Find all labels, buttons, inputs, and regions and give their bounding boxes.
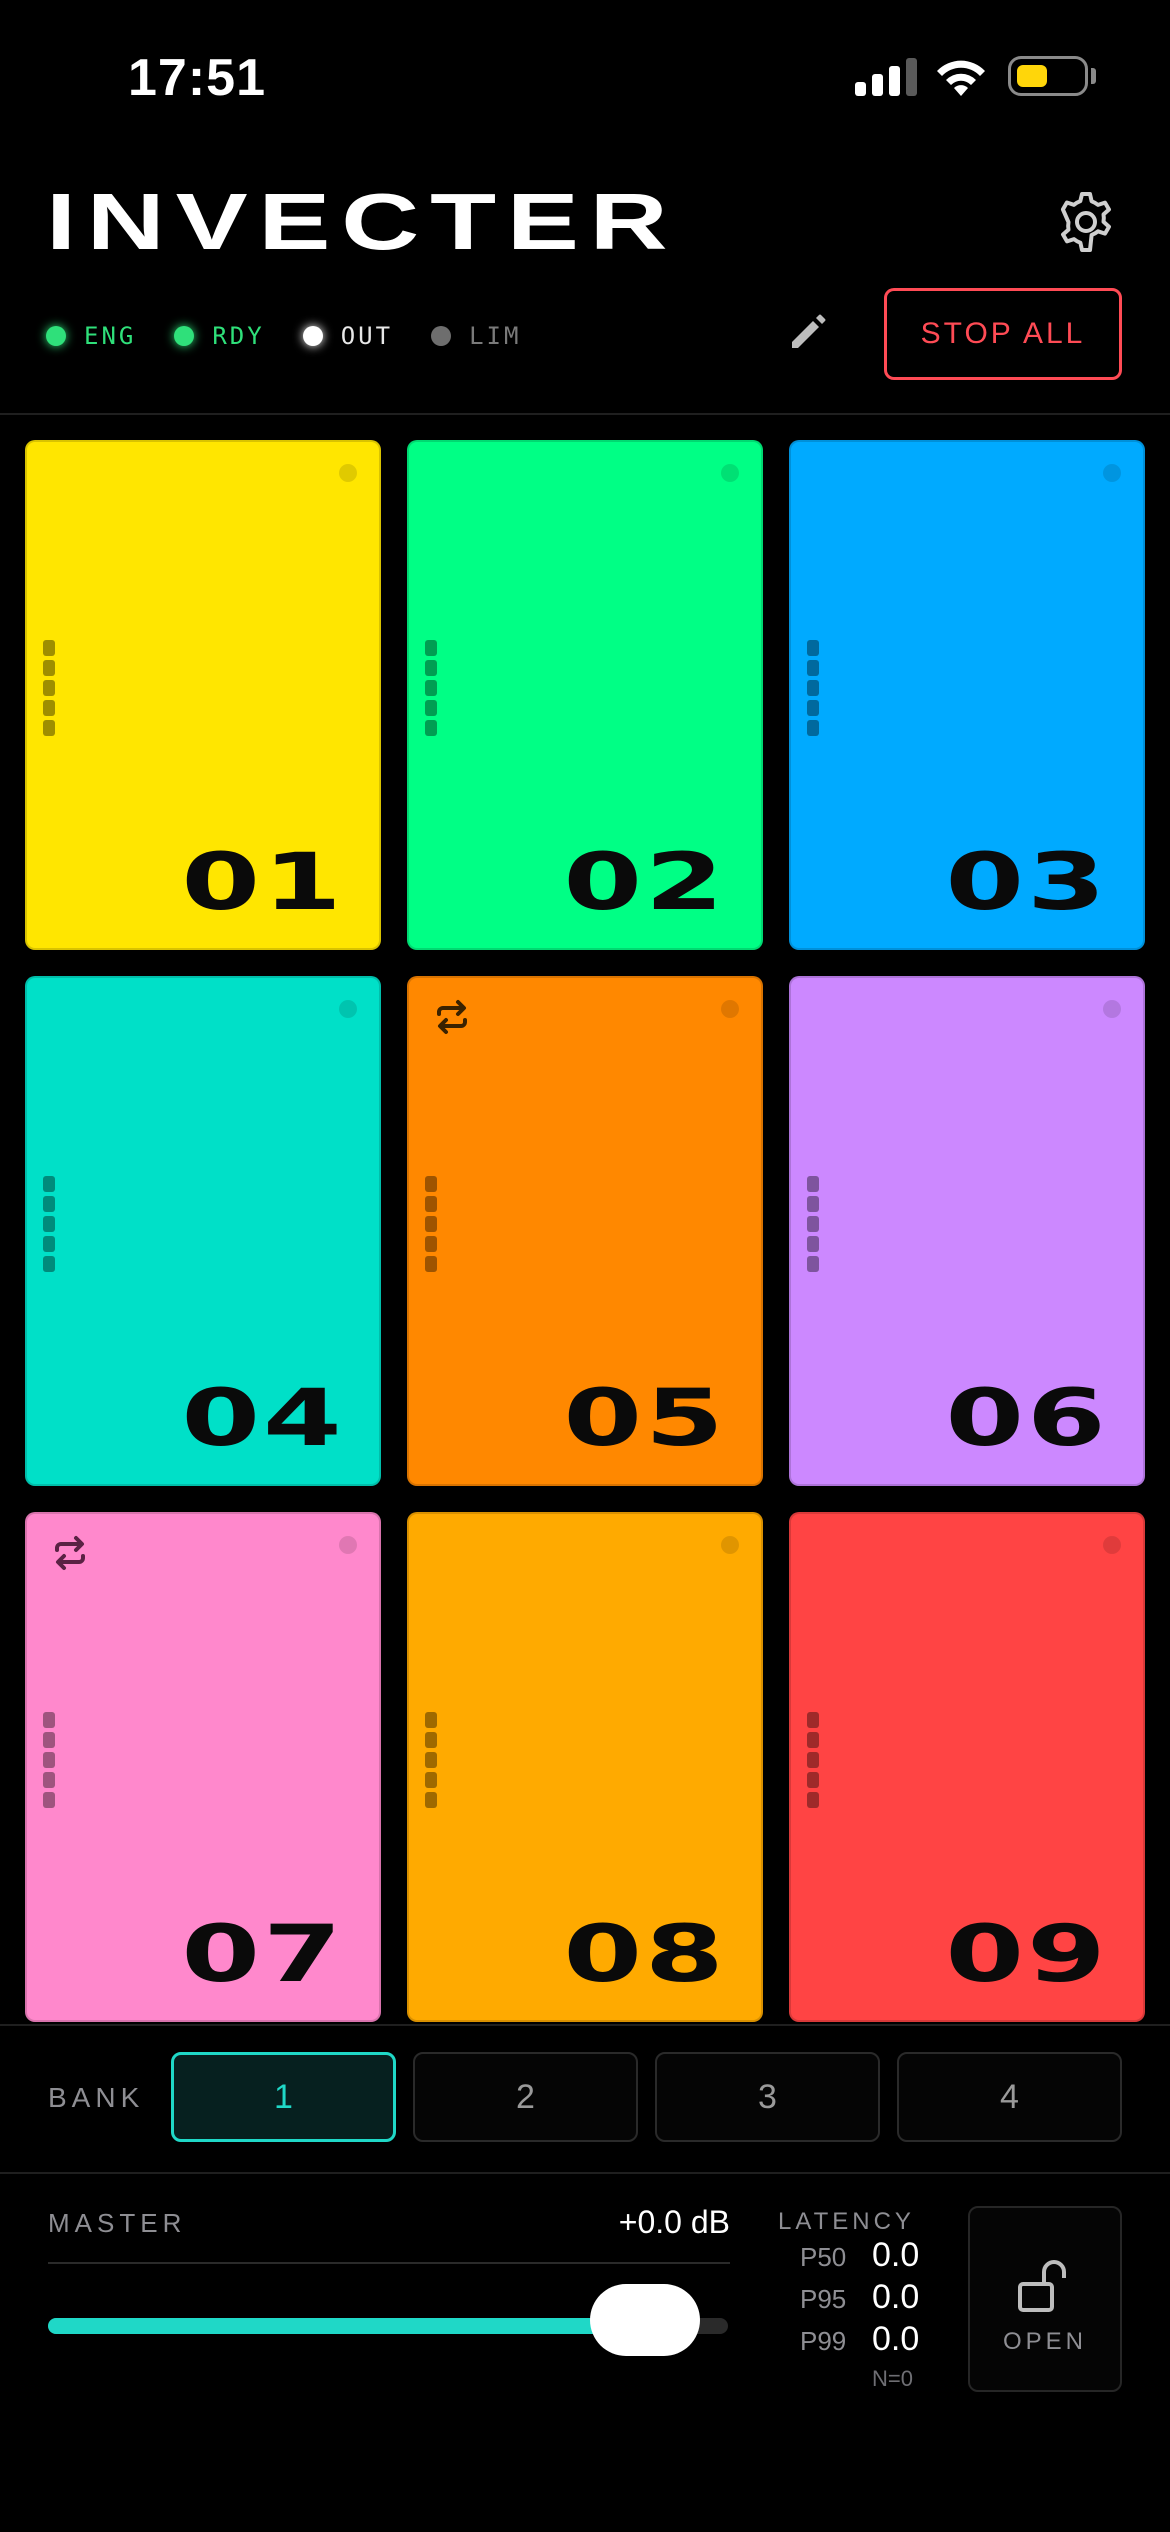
- indicator-eng-dot: [46, 326, 66, 346]
- pad-level-meter: [43, 1176, 55, 1276]
- pad-number: 03: [945, 838, 1109, 928]
- indicator-eng: ENG: [46, 322, 136, 350]
- pad-level-meter: [807, 1712, 819, 1812]
- pad-level-meter: [43, 640, 55, 740]
- battery-nub: [1091, 68, 1096, 84]
- slider-fill: [48, 2318, 645, 2334]
- pad-status-dot: [339, 1536, 357, 1554]
- latency-key: P50: [800, 2242, 847, 2272]
- latency-value: 0.0: [872, 2320, 920, 2358]
- pad-level-meter: [807, 640, 819, 740]
- pad-08[interactable]: 08: [407, 1512, 763, 2022]
- pad-number: 06: [945, 1374, 1109, 1464]
- master-underline: [48, 2262, 730, 2264]
- bank-divider: [0, 2172, 1170, 2174]
- pad-number: 08: [563, 1910, 727, 2000]
- pad-01[interactable]: 01: [25, 440, 381, 950]
- latency-row-p50: P50 0.0: [800, 2236, 919, 2276]
- indicator-lim-dot: [431, 326, 452, 346]
- open-lock-button[interactable]: OPEN: [968, 2206, 1122, 2392]
- settings-gear-icon[interactable]: [1054, 190, 1118, 254]
- pad-number: 05: [563, 1374, 727, 1464]
- indicator-out: OUT: [302, 322, 394, 350]
- open-label: OPEN: [1002, 2328, 1087, 2355]
- slider-thumb[interactable]: [589, 2284, 700, 2356]
- pad-07[interactable]: 07: [25, 1512, 381, 2022]
- latency-value: 0.0: [872, 2278, 920, 2316]
- indicator-rdy-label: RDY: [212, 322, 265, 350]
- indicator-rdy: RDY: [174, 322, 264, 350]
- pad-02[interactable]: 02: [407, 440, 763, 950]
- loop-icon: [55, 1536, 85, 1570]
- master-value: +0.0 dB: [618, 2204, 730, 2240]
- indicator-eng-label: ENG: [84, 322, 137, 350]
- pad-level-meter: [425, 1712, 437, 1812]
- header-divider: [0, 413, 1170, 415]
- pad-status-dot: [721, 464, 739, 482]
- pad-status-dot: [1103, 1536, 1121, 1554]
- latency-sample-count: N=0: [872, 2366, 913, 2391]
- pad-status-dot: [339, 464, 357, 482]
- pad-09[interactable]: 09: [789, 1512, 1145, 2022]
- indicator-lim-label: LIM: [469, 322, 522, 350]
- pad-level-meter: [43, 1712, 55, 1812]
- pad-level-meter: [425, 1176, 437, 1276]
- stop-all-button[interactable]: STOP ALL: [884, 288, 1122, 380]
- pad-03[interactable]: 03: [789, 440, 1145, 950]
- indicator-lim: LIM: [431, 322, 521, 350]
- pad-number: 07: [181, 1910, 345, 2000]
- latency-title: LATENCY: [778, 2208, 915, 2235]
- indicator-out-label: OUT: [340, 322, 394, 350]
- pad-status-dot: [1103, 464, 1121, 482]
- latency-key: P95: [800, 2284, 847, 2314]
- pad-04[interactable]: 04: [25, 976, 381, 1486]
- bank-label: BANK: [48, 2082, 145, 2113]
- battery-icon: [1008, 56, 1088, 96]
- bank-button-4[interactable]: 4: [897, 2052, 1122, 2142]
- unlocked-padlock-icon: [1018, 2260, 1066, 2312]
- status-indicators: ENG RDY OUT LIM: [46, 318, 559, 354]
- pad-number: 09: [945, 1910, 1109, 2000]
- latency-row-p95: P95 0.0: [800, 2278, 919, 2318]
- pad-level-meter: [425, 640, 437, 740]
- wifi-icon: [937, 60, 985, 96]
- bank-button-2[interactable]: 2: [413, 2052, 638, 2142]
- latency-row-p99: P99 0.0: [800, 2320, 919, 2360]
- master-volume-slider[interactable]: [48, 2284, 728, 2356]
- indicator-rdy-dot: [174, 326, 195, 346]
- pad-05[interactable]: 05: [407, 976, 763, 1486]
- pads-divider: [0, 2024, 1170, 2026]
- pad-number: 01: [181, 838, 345, 928]
- pad-06[interactable]: 06: [789, 976, 1145, 1486]
- loop-icon: [437, 1000, 467, 1034]
- app-title: INVECTER: [46, 177, 679, 266]
- indicator-out-dot: [302, 326, 323, 346]
- latency-key: P99: [800, 2326, 847, 2356]
- pad-status-dot: [1103, 1000, 1121, 1018]
- edit-pencil-icon[interactable]: [786, 310, 830, 354]
- pad-status-dot: [339, 1000, 357, 1018]
- pad-status-dot: [721, 1000, 739, 1018]
- bank-button-1[interactable]: 1: [171, 2052, 396, 2142]
- master-label: MASTER: [48, 2208, 187, 2238]
- cellular-signal-icon: [855, 58, 917, 96]
- pad-number: 04: [181, 1374, 345, 1464]
- pad-status-dot: [721, 1536, 739, 1554]
- bank-button-3[interactable]: 3: [655, 2052, 880, 2142]
- status-time: 17:51: [128, 49, 266, 107]
- pad-number: 02: [563, 838, 727, 928]
- pad-level-meter: [807, 1176, 819, 1276]
- latency-value: 0.0: [872, 2236, 920, 2274]
